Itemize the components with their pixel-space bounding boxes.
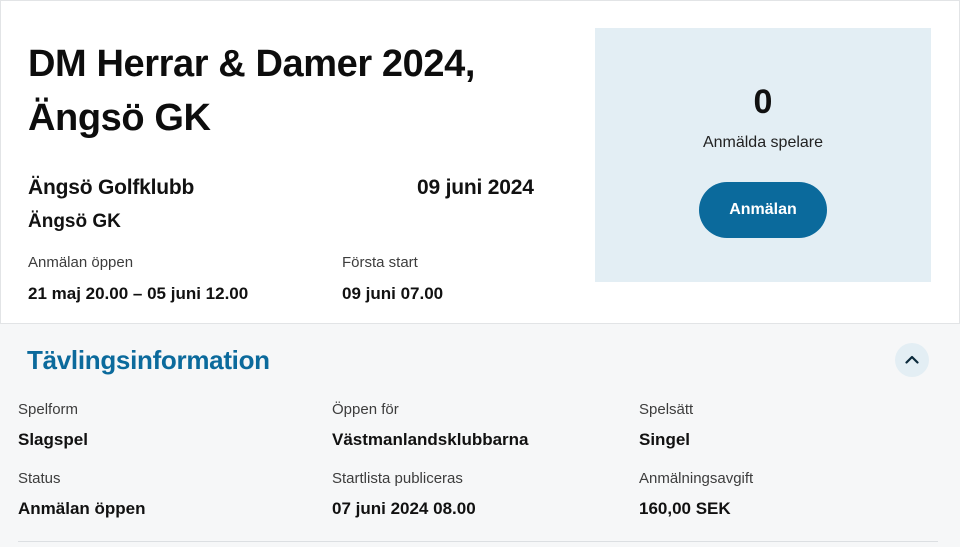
info-value-fee: 160,00 SEK [639, 499, 731, 518]
chevron-up-icon [905, 351, 919, 369]
info-label-startlist: Startlista publiceras [332, 470, 463, 487]
registration-panel: 0 Anmälda spelare Anmälan [595, 28, 931, 282]
first-start-value: 09 juni 07.00 [342, 284, 444, 303]
collapse-section-button[interactable] [895, 343, 929, 377]
event-date: 09 juni 2024 [417, 176, 534, 199]
info-label-status: Status [18, 470, 61, 487]
info-label-spelform: Spelform [18, 401, 79, 418]
event-header-card: DM Herrar & Damer 2024, Ängsö GK Ängsö G… [0, 0, 960, 324]
registration-open-label: Anmälan öppen [28, 254, 134, 271]
info-label-open-for: Öppen för [332, 401, 399, 418]
info-value-startlist: 07 juni 2024 08.00 [332, 499, 476, 518]
competition-info-title: Tävlingsinformation [27, 345, 270, 375]
registered-players-count: 0 [753, 83, 773, 121]
registration-open-value: 21 maj 20.00 – 05 juni 12.00 [28, 284, 249, 303]
info-value-status: Anmälan öppen [18, 499, 146, 518]
info-value-spelform: Slagspel [18, 430, 88, 449]
info-value-open-for: Västmanlandsklubbarna [332, 430, 529, 449]
club-short-name: Ängsö GK [28, 211, 121, 232]
registered-players-label: Anmälda spelare [702, 134, 824, 151]
club-name: Ängsö Golfklubb [28, 176, 195, 199]
first-start-label: Första start [342, 254, 418, 271]
register-button[interactable]: Anmälan [699, 182, 827, 238]
section-divider [18, 541, 938, 542]
event-title: DM Herrar & Damer 2024, Ängsö GK [28, 43, 476, 139]
info-label-fee: Anmälningsavgift [639, 470, 754, 487]
info-value-play-format: Singel [639, 430, 691, 449]
info-label-play-format: Spelsätt [639, 401, 694, 418]
